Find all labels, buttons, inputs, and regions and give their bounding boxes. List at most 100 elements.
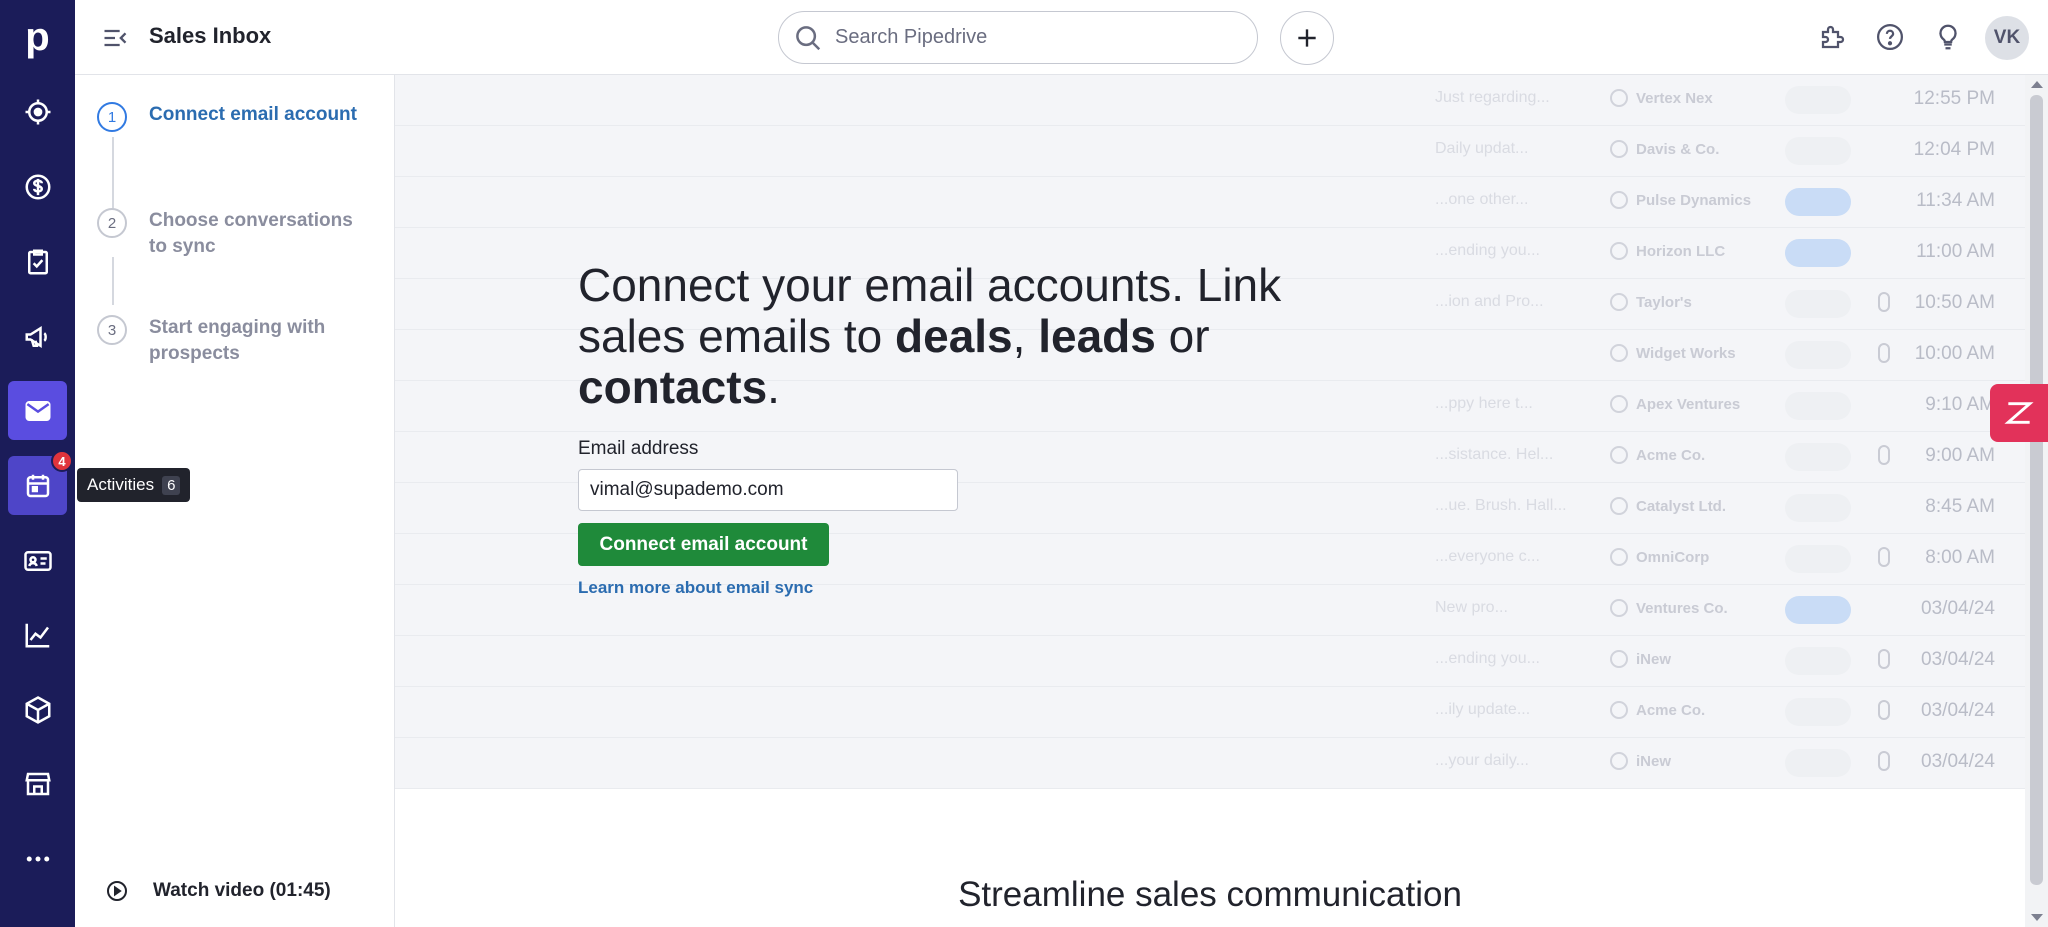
nav-more-button[interactable] xyxy=(8,829,67,888)
nav-projects-button[interactable] xyxy=(8,232,67,291)
email-list-row: ...ily update... Acme Co. 03/04/24 xyxy=(395,687,2025,738)
visibility-lock-toggle xyxy=(1785,86,1851,114)
org-name: Pulse Dynamics xyxy=(1636,191,1752,209)
org-icon xyxy=(1610,599,1628,617)
headline-deals: deals xyxy=(895,310,1013,362)
email-subject: ...sistance. Hel... xyxy=(1435,446,1554,463)
email-list-row: ...your daily... iNew 03/04/24 xyxy=(395,738,2025,789)
org-name: Acme Co. xyxy=(1636,701,1706,719)
step-label: Connect email account xyxy=(149,104,357,125)
nav-leads-button[interactable] xyxy=(8,82,67,141)
email-time: 03/04/24 xyxy=(1921,700,1995,721)
streamline-heading: Streamline sales communication xyxy=(958,875,1462,914)
email-time: 10:50 AM xyxy=(1914,292,1995,313)
visibility-lock-toggle xyxy=(1785,596,1851,624)
email-subject: ...ending you... xyxy=(1435,650,1540,667)
nav-contacts-button[interactable] xyxy=(8,531,67,590)
hero-section: Just regarding... Vertex Nex 12:55 PM Daily… xyxy=(395,75,2025,789)
org-icon xyxy=(1610,395,1628,413)
left-nav-rail: p 4 xyxy=(0,0,75,927)
activities-badge: 4 xyxy=(51,450,73,472)
step-number: 3 xyxy=(97,315,127,345)
page-scrollbar[interactable] xyxy=(2025,75,2048,927)
plus-icon xyxy=(1298,29,1316,47)
nav-insights-button[interactable] xyxy=(8,605,67,664)
extensions-button[interactable] xyxy=(1816,20,1850,54)
org-name: iNew xyxy=(1636,752,1672,770)
email-time: 03/04/24 xyxy=(1921,649,1995,670)
step-1: 1 Connect email account xyxy=(97,102,359,132)
org-icon xyxy=(1610,89,1628,107)
email-org: Pulse Dynamics xyxy=(1610,191,1751,209)
quick-add-button[interactable] xyxy=(1280,11,1334,65)
org-icon xyxy=(1610,497,1628,515)
nav-marketplace-button[interactable] xyxy=(8,754,67,813)
email-org: Apex Ventures xyxy=(1610,395,1740,413)
lightbulb-icon xyxy=(1939,24,1957,50)
tooltip-count: 6 xyxy=(162,475,181,495)
visibility-lock-toggle xyxy=(1785,137,1851,165)
email-subject: Daily updat... xyxy=(1435,140,1529,157)
org-name: Horizon LLC xyxy=(1636,242,1726,260)
email-org: Horizon LLC xyxy=(1610,242,1725,260)
collapse-menu-icon[interactable] xyxy=(101,24,129,52)
email-org: iNew xyxy=(1610,650,1671,668)
email-subject: ...ppy here t... xyxy=(1435,395,1533,412)
visibility-lock-toggle xyxy=(1785,443,1851,471)
search-box[interactable]: Search Pipedrive xyxy=(778,11,1258,64)
email-org: Davis & Co. xyxy=(1610,140,1719,158)
watch-video-link[interactable]: Watch video (01:45) xyxy=(105,879,331,903)
scroll-thumb[interactable] xyxy=(2030,95,2043,885)
email-time: 11:34 AM xyxy=(1916,190,1995,211)
email-address-input[interactable] xyxy=(578,469,958,511)
org-icon xyxy=(1610,548,1628,566)
nav-mail-button[interactable] xyxy=(8,381,67,440)
support-widget-button[interactable] xyxy=(1990,384,2048,442)
org-name: iNew xyxy=(1636,650,1672,668)
email-time: 8:00 AM xyxy=(1925,547,1995,568)
org-icon xyxy=(1610,191,1628,209)
email-time: 10:00 AM xyxy=(1914,343,1995,364)
nav-campaigns-button[interactable] xyxy=(8,307,67,366)
headline-period: . xyxy=(767,361,780,413)
nav-products-button[interactable] xyxy=(8,680,67,739)
attachment-icon xyxy=(1878,547,1890,567)
org-icon xyxy=(1610,140,1628,158)
org-icon xyxy=(1610,446,1628,464)
email-org: Taylor's xyxy=(1610,293,1692,311)
dollar-icon xyxy=(25,174,50,199)
attachment-icon xyxy=(1878,445,1890,465)
email-list-row: ...ending you... iNew 03/04/24 xyxy=(395,636,2025,687)
email-subject: ...your daily... xyxy=(1435,752,1529,769)
scroll-down-arrow[interactable] xyxy=(2031,914,2043,921)
nav-activities-button[interactable]: 4 xyxy=(8,450,73,515)
connect-email-account-button[interactable]: Connect email account xyxy=(578,523,829,566)
nav-deals-button[interactable] xyxy=(8,157,67,216)
learn-more-link[interactable]: Learn more about email sync xyxy=(578,578,813,598)
email-org: Ventures Co. xyxy=(1610,599,1728,617)
store-icon xyxy=(24,772,51,795)
email-org: Widget Works xyxy=(1610,344,1736,362)
org-name: Ventures Co. xyxy=(1636,599,1728,617)
tips-button[interactable] xyxy=(1931,20,1965,54)
org-name: Widget Works xyxy=(1636,344,1736,362)
email-subject: ...one other... xyxy=(1435,191,1529,208)
org-name: Taylor's xyxy=(1636,293,1692,311)
email-time: 03/04/24 xyxy=(1921,598,1995,619)
email-time: 9:10 AM xyxy=(1925,394,1995,415)
step-label: Start engaging with prospects xyxy=(149,317,326,364)
email-time: 11:00 AM xyxy=(1916,241,1995,262)
play-circle-icon xyxy=(107,881,127,901)
step-number: 1 xyxy=(97,102,127,132)
visibility-lock-toggle xyxy=(1785,188,1851,216)
step-number: 2 xyxy=(97,208,127,238)
pipedrive-logo[interactable]: p xyxy=(0,0,75,75)
scroll-up-arrow[interactable] xyxy=(2031,81,2043,88)
help-button[interactable] xyxy=(1873,20,1907,54)
email-subject: Just regarding... xyxy=(1435,89,1550,106)
email-subject: ...ending you... xyxy=(1435,242,1540,259)
org-name: Apex Ventures xyxy=(1636,395,1741,413)
box-icon xyxy=(25,695,50,724)
user-avatar[interactable]: VK xyxy=(1985,16,2029,60)
page-title: Sales Inbox xyxy=(149,23,272,48)
